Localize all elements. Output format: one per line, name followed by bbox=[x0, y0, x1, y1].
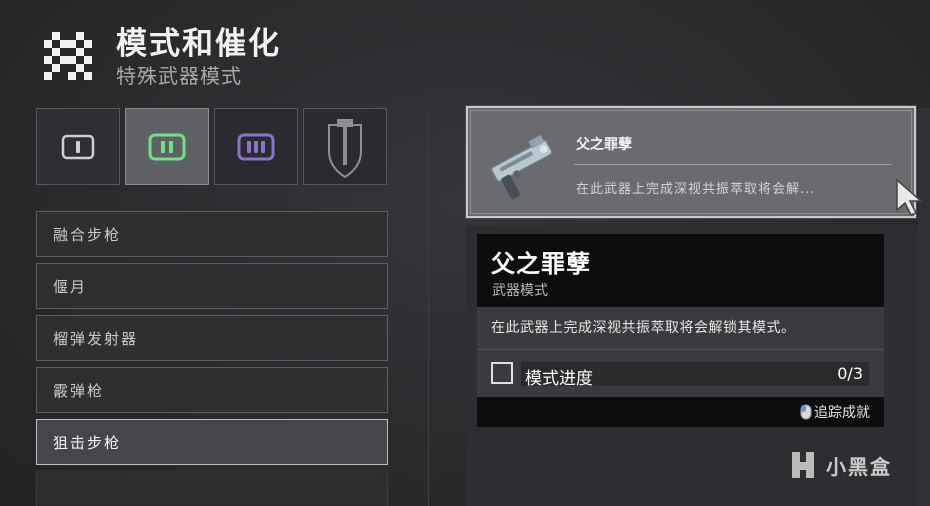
special-ammo-icon bbox=[148, 133, 186, 160]
list-item-label: 狙击步枪 bbox=[53, 433, 122, 452]
tooltip-type: 武器模式 bbox=[492, 283, 548, 299]
tooltip-footer: 追踪成就 bbox=[477, 397, 884, 427]
tab-special-ammo[interactable] bbox=[125, 108, 209, 185]
list-item-label: 融合步枪 bbox=[53, 225, 122, 244]
primary-ammo-icon bbox=[61, 134, 95, 159]
tab-sword[interactable] bbox=[303, 108, 387, 185]
tooltip-divider bbox=[477, 349, 884, 350]
tab-primary-ammo[interactable] bbox=[36, 108, 120, 185]
objective-row: 模式进度 0/3 bbox=[491, 362, 869, 389]
tooltip-body: 在此武器上完成深视共振萃取将会解锁其模式。 模式进度 0/3 追踪成就 bbox=[477, 307, 884, 427]
watermark-text: 小黑盒 bbox=[826, 454, 892, 479]
page-title: 模式和催化 bbox=[116, 26, 281, 62]
mod-card-divider bbox=[574, 164, 892, 165]
sword-shield-icon bbox=[328, 118, 362, 178]
cursor-icon bbox=[896, 178, 923, 216]
list-item-label: 霰弹枪 bbox=[53, 381, 105, 400]
heybox-logo-icon bbox=[792, 452, 814, 478]
list-item-selected[interactable]: 狙击步枪 bbox=[36, 419, 388, 465]
list-item-label: 榴弹发射器 bbox=[53, 329, 139, 348]
list-item[interactable]: 融合步枪 bbox=[36, 211, 388, 257]
mod-card-name: 父之罪孽 bbox=[576, 137, 632, 153]
mod-card[interactable]: 父之罪孽 在此武器上完成深视共振萃取将会解... bbox=[466, 106, 916, 218]
tooltip-description: 在此武器上完成深视共振萃取将会解锁其模式。 bbox=[491, 320, 796, 336]
heavy-ammo-icon bbox=[237, 133, 275, 160]
objective-count: 0/3 bbox=[837, 364, 863, 383]
track-triumph-hint: 追踪成就 bbox=[800, 402, 870, 422]
weapon-type-list: 融合步枪 偃月 榴弹发射器 霰弹枪 狙击步枪 bbox=[36, 211, 388, 471]
list-item[interactable]: 偃月 bbox=[36, 263, 388, 309]
page-header: 模式和催化 特殊武器模式 bbox=[44, 26, 281, 88]
list-scroll-fade bbox=[36, 470, 388, 506]
list-item[interactable]: 霰弹枪 bbox=[36, 367, 388, 413]
list-item[interactable]: 榴弹发射器 bbox=[36, 315, 388, 361]
column-divider bbox=[428, 110, 429, 506]
page-subtitle: 特殊武器模式 bbox=[116, 64, 242, 88]
list-item-label: 偃月 bbox=[53, 277, 88, 296]
objective-label: 模式进度 bbox=[525, 369, 593, 389]
track-hint-label: 追踪成就 bbox=[814, 405, 870, 421]
mouse-icon bbox=[800, 404, 812, 420]
mod-card-description: 在此武器上完成深视共振萃取将会解... bbox=[576, 182, 816, 197]
next-card-edge bbox=[918, 108, 930, 506]
tab-heavy-ammo[interactable] bbox=[214, 108, 298, 185]
objective-progress-bar: 模式进度 0/3 bbox=[521, 362, 869, 389]
tooltip-header: 父之罪孽 武器模式 bbox=[477, 234, 884, 307]
sniper-rifle-icon bbox=[490, 134, 553, 200]
watermark: 小黑盒 bbox=[786, 448, 892, 482]
ammo-type-tabs bbox=[36, 108, 392, 185]
objective-checkbox bbox=[491, 362, 513, 384]
tooltip-title: 父之罪孽 bbox=[491, 250, 591, 278]
checker-icon bbox=[44, 32, 92, 80]
